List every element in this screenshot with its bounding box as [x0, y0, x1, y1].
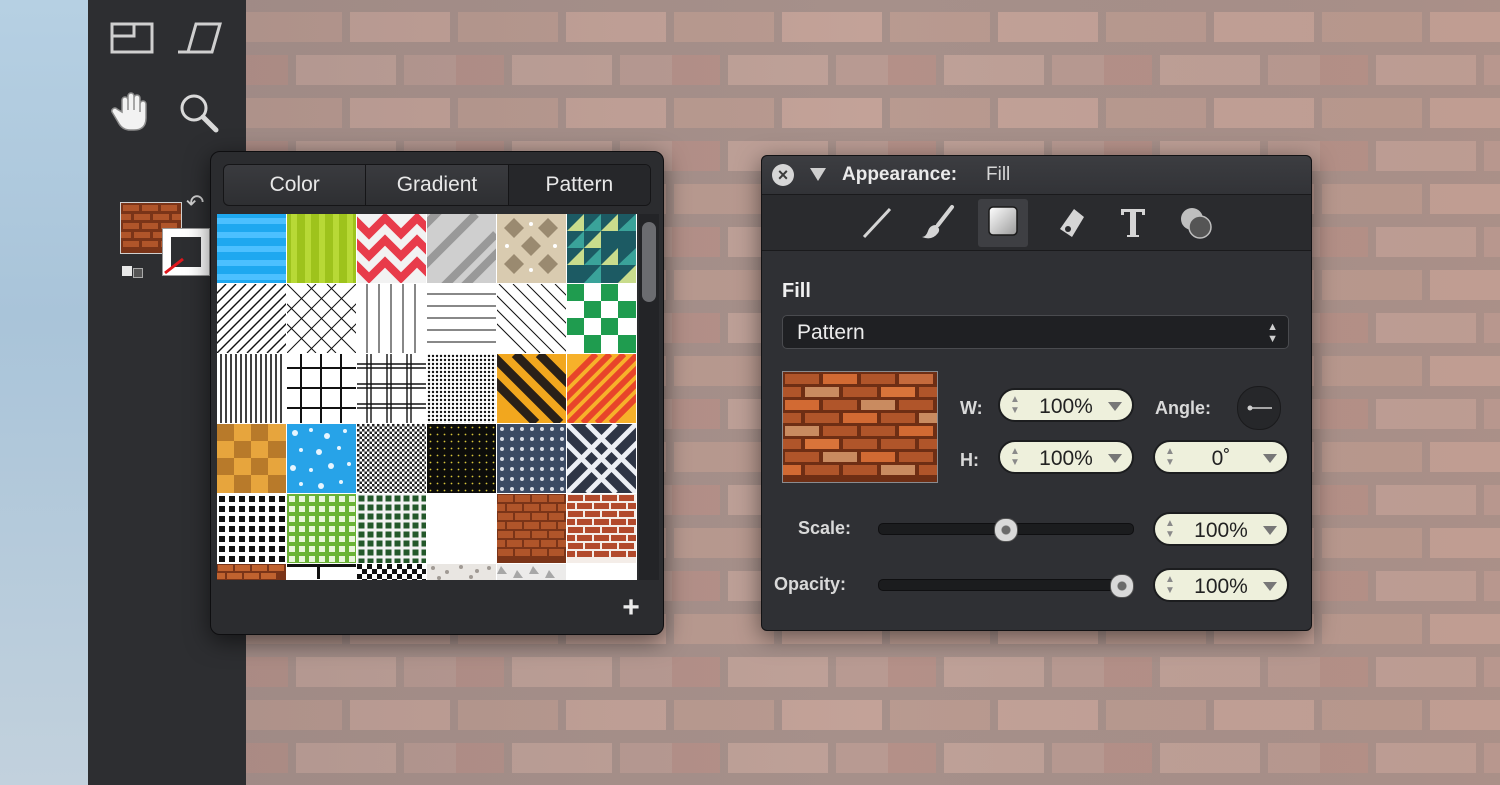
- effects-tab-icon[interactable]: [1046, 199, 1096, 247]
- pattern-swatch[interactable]: [497, 494, 566, 563]
- artboard-tool-icon[interactable]: [108, 14, 158, 64]
- fill-type-select[interactable]: Pattern ▲ ▼: [782, 315, 1289, 349]
- pattern-swatch[interactable]: [567, 424, 636, 493]
- stroke-swatch[interactable]: [162, 228, 210, 276]
- zoom-tool-icon[interactable]: [174, 88, 224, 138]
- swap-colors-icon[interactable]: ↶: [186, 190, 204, 216]
- inspector-title: Appearance:: [842, 164, 958, 185]
- pattern-swatch[interactable]: [427, 494, 496, 563]
- scale-label: Scale:: [798, 518, 852, 538]
- pattern-swatch[interactable]: [427, 214, 496, 283]
- pattern-swatch[interactable]: [497, 424, 566, 493]
- fill-section-label: Fill: [782, 280, 811, 302]
- pattern-swatch[interactable]: [567, 214, 636, 283]
- pattern-swatch[interactable]: [497, 214, 566, 283]
- pattern-swatch[interactable]: [567, 494, 636, 563]
- width-label: W:: [960, 398, 983, 418]
- dropdown-arrow-icon[interactable]: [1263, 454, 1277, 463]
- pattern-swatch[interactable]: [357, 564, 426, 580]
- add-pattern-button[interactable]: +: [617, 593, 645, 623]
- skew-tool-icon[interactable]: [174, 14, 224, 64]
- pattern-swatch[interactable]: [217, 214, 286, 283]
- hand-tool-icon[interactable]: [108, 88, 158, 138]
- height-stepper[interactable]: ▲ ▼ 100%: [998, 440, 1134, 474]
- stroke-tab-icon[interactable]: [852, 199, 902, 247]
- dropdown-arrow-icon[interactable]: [1108, 454, 1122, 463]
- pattern-swatch[interactable]: [287, 284, 356, 353]
- text-tab-icon[interactable]: [1108, 199, 1158, 247]
- dropdown-arrow-icon[interactable]: [1263, 582, 1277, 591]
- pattern-swatch[interactable]: [567, 564, 636, 580]
- pattern-swatch[interactable]: [427, 564, 496, 580]
- opacity-slider-knob[interactable]: [1110, 574, 1134, 598]
- pattern-swatch[interactable]: [357, 494, 426, 563]
- height-label: H:: [960, 450, 979, 470]
- dropdown-arrow-icon[interactable]: [1108, 402, 1122, 411]
- blend-tab-icon[interactable]: [1172, 199, 1222, 247]
- pattern-swatch[interactable]: [357, 424, 426, 493]
- pattern-swatch-grid: [217, 214, 637, 580]
- tab-gradient[interactable]: Gradient: [366, 165, 509, 205]
- pattern-swatch[interactable]: [217, 494, 286, 563]
- pattern-swatch[interactable]: [497, 284, 566, 353]
- default-colors-icon[interactable]: [122, 266, 144, 278]
- inspector-titlebar: × Appearance: Fill: [762, 156, 1311, 195]
- pattern-swatch[interactable]: [567, 354, 636, 423]
- tab-pattern[interactable]: Pattern: [508, 165, 650, 205]
- fill-mode-segmented-control: Color Gradient Pattern: [223, 164, 651, 206]
- width-stepper[interactable]: ▲ ▼ 100%: [998, 388, 1134, 422]
- dropdown-arrow-icon[interactable]: [1263, 526, 1277, 535]
- pattern-swatch[interactable]: [287, 424, 356, 493]
- angle-stepper[interactable]: ▲ ▼ 0˚: [1153, 440, 1289, 474]
- pattern-swatch[interactable]: [217, 354, 286, 423]
- fill-type-value: Pattern: [797, 321, 865, 344]
- opacity-slider-track[interactable]: [878, 579, 1134, 591]
- pattern-swatch[interactable]: [217, 424, 286, 493]
- brush-tab-icon[interactable]: [914, 199, 964, 247]
- pattern-swatch[interactable]: [427, 424, 496, 493]
- fill-tab-icon[interactable]: [978, 199, 1028, 247]
- pattern-swatch[interactable]: [357, 354, 426, 423]
- fill-picker-popover: Color Gradient Pattern +: [210, 151, 664, 635]
- pattern-swatch[interactable]: [287, 564, 356, 580]
- appearance-inspector: × Appearance: Fill Fill Pattern ▲ ▼ W: ▲…: [761, 155, 1312, 631]
- pattern-swatch[interactable]: [427, 284, 496, 353]
- scale-stepper[interactable]: ▲ ▼ 100%: [1153, 512, 1289, 546]
- pattern-swatch[interactable]: [497, 564, 566, 580]
- pattern-preview[interactable]: [782, 371, 938, 483]
- angle-dial[interactable]: [1237, 386, 1281, 430]
- scale-slider-knob[interactable]: [994, 518, 1018, 542]
- pattern-swatch[interactable]: [217, 564, 286, 580]
- close-icon[interactable]: ×: [772, 164, 794, 186]
- angle-label: Angle:: [1155, 398, 1211, 418]
- pattern-swatch[interactable]: [287, 494, 356, 563]
- tab-color[interactable]: Color: [224, 165, 367, 205]
- appearance-tabs: [762, 195, 1311, 251]
- desktop-background: [0, 0, 88, 785]
- opacity-stepper[interactable]: ▲ ▼ 100%: [1153, 568, 1289, 602]
- pattern-scrollbar-thumb[interactable]: [642, 222, 656, 302]
- pattern-swatch[interactable]: [357, 284, 426, 353]
- pattern-swatch[interactable]: [217, 284, 286, 353]
- pattern-swatch[interactable]: [357, 214, 426, 283]
- disclosure-triangle-icon[interactable]: [810, 168, 826, 181]
- pattern-swatch[interactable]: [567, 284, 636, 353]
- pattern-swatch[interactable]: [497, 354, 566, 423]
- inspector-title-value: Fill: [986, 164, 1011, 185]
- select-arrows-icon: ▲ ▼: [1267, 321, 1278, 345]
- pattern-swatch[interactable]: [287, 214, 356, 283]
- opacity-label: Opacity:: [774, 574, 847, 594]
- pattern-swatch[interactable]: [427, 354, 496, 423]
- pattern-swatch[interactable]: [287, 354, 356, 423]
